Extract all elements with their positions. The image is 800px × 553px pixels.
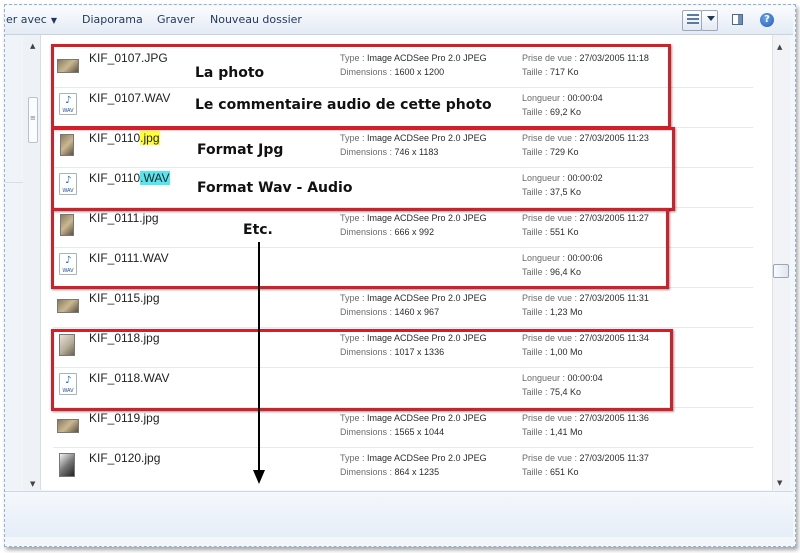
- file-details: Type : Image ACDSee Pro 2.0 JPEG Dimensi…: [340, 293, 487, 317]
- file-row-kif-0119-jpg[interactable]: KIF_0119.jpg Type : Image ACDSee Pro 2.0…: [53, 407, 753, 448]
- file-dates: Prise de vue : 27/03/2005 11:31 Taille :…: [522, 293, 649, 317]
- annotation-etc: Etc.: [243, 222, 273, 238]
- image-thumbnail: [57, 419, 79, 433]
- pane-splitter-handle[interactable]: ≡: [28, 97, 38, 143]
- scroll-down-arrow-icon[interactable]: ▼: [777, 479, 782, 487]
- file-row-kif-0120-jpg[interactable]: KIF_0120.jpg Type : Image ACDSee Pro 2.0…: [53, 447, 753, 487]
- annotation-box-photo-audio: [51, 44, 671, 129]
- file-name: KIF_0115.jpg: [89, 291, 160, 305]
- details-pane: [5, 491, 793, 537]
- scroll-up-arrow-icon[interactable]: ▲: [777, 43, 782, 51]
- preview-pane-icon: [732, 14, 743, 25]
- annotation-box-pair-2: [51, 329, 673, 411]
- arrow-down-icon: [253, 470, 265, 484]
- preview-pane-button[interactable]: [728, 10, 748, 31]
- scroll-down-arrow-icon[interactable]: ▼: [30, 480, 35, 488]
- open-with-menu[interactable]: er avec ▼: [6, 13, 57, 26]
- file-dates: Prise de vue : 27/03/2005 11:36 Taille :…: [522, 413, 649, 437]
- file-name: KIF_0119.jpg: [89, 411, 160, 425]
- annotation-format-wav: Format Wav - Audio: [197, 180, 353, 196]
- annotation-arrow: [258, 242, 260, 472]
- slideshow-button[interactable]: Diaporama: [82, 13, 143, 26]
- chevron-down-icon: ▼: [50, 16, 58, 25]
- burn-button[interactable]: Graver: [157, 13, 195, 26]
- annotation-box-formats: [51, 127, 675, 211]
- grip-icon: ≡: [30, 114, 36, 122]
- image-thumbnail: [57, 299, 79, 313]
- file-details: Type : Image ACDSee Pro 2.0 JPEG Dimensi…: [340, 453, 487, 477]
- image-thumbnail: [59, 453, 75, 477]
- file-dates: Prise de vue : 27/03/2005 11:37 Taille :…: [522, 453, 649, 477]
- annotation-box-pair: [51, 208, 669, 289]
- navigation-pane[interactable]: [5, 35, 22, 490]
- annotation-audio-comment: Le commentaire audio de cette photo: [195, 97, 492, 113]
- annotation-format-jpg: Format Jpg: [197, 142, 284, 158]
- file-details: Type : Image ACDSee Pro 2.0 JPEG Dimensi…: [340, 413, 487, 437]
- chevron-down-icon: [707, 16, 715, 21]
- annotation-photo: La photo: [195, 65, 265, 81]
- file-name: KIF_0120.jpg: [89, 451, 161, 465]
- scroll-up-arrow-icon[interactable]: ▲: [30, 42, 35, 50]
- view-details-icon: [687, 14, 699, 25]
- help-icon[interactable]: ?: [760, 13, 774, 27]
- file-row-kif-0115-jpg[interactable]: KIF_0115.jpg Type : Image ACDSee Pro 2.0…: [53, 287, 753, 328]
- vertical-scrollbar[interactable]: ▲ ▼: [772, 35, 790, 490]
- scrollbar-thumb[interactable]: [773, 264, 789, 278]
- view-options-dropdown[interactable]: [701, 10, 718, 31]
- new-folder-button[interactable]: Nouveau dossier: [210, 13, 302, 26]
- command-bar: er avec ▼ Diaporama Graver Nouveau dossie…: [5, 6, 793, 35]
- open-with-label: er avec: [6, 13, 47, 26]
- change-view-button[interactable]: [682, 10, 702, 31]
